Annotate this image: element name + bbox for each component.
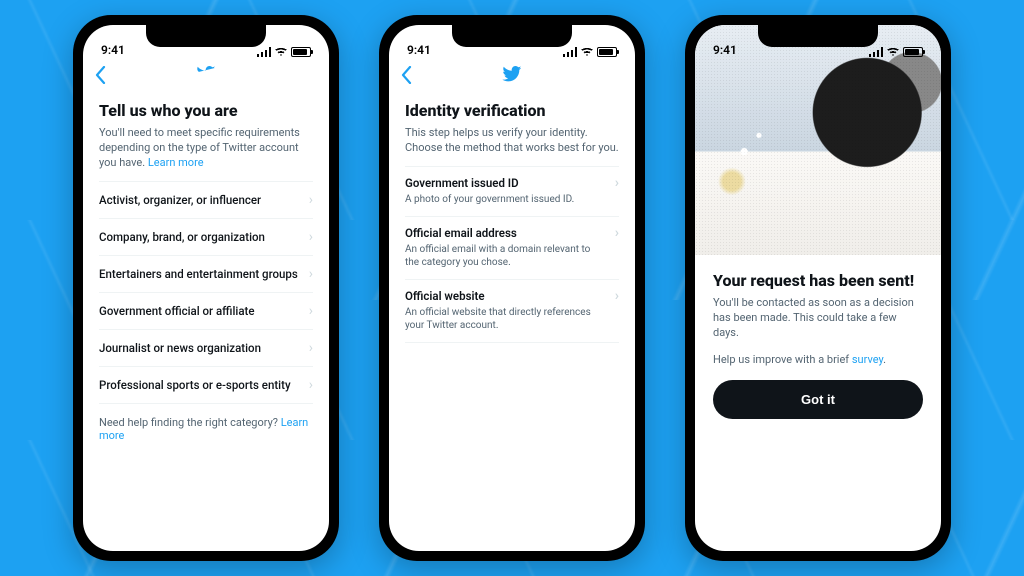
- got-it-button[interactable]: Got it: [713, 380, 923, 419]
- chevron-right-icon: ›: [615, 225, 619, 241]
- wifi-icon: [886, 48, 900, 56]
- back-button[interactable]: [401, 66, 412, 87]
- battery-icon: [597, 47, 617, 57]
- phone-frame-3: 9:41 Your request has been sent! You'll …: [685, 15, 951, 561]
- twitter-logo-icon: [196, 66, 216, 86]
- notch: [146, 25, 266, 47]
- back-button[interactable]: [95, 66, 106, 87]
- verification-options: Government issued ID › A photo of your go…: [405, 166, 619, 343]
- help-text: Need help finding the right category? Le…: [99, 416, 313, 442]
- category-row[interactable]: Government official or affiliate ›: [99, 293, 313, 330]
- category-label: Journalist or news organization: [99, 341, 261, 355]
- option-row[interactable]: Official email address › An official emai…: [405, 217, 619, 280]
- page-subtitle: You'll need to meet specific requirement…: [99, 126, 313, 171]
- category-label: Professional sports or e-sports entity: [99, 378, 291, 392]
- content-area: Your request has been sent! You'll be co…: [695, 255, 941, 419]
- chevron-right-icon: ›: [615, 175, 619, 191]
- page-subtitle: This step helps us verify your identity.…: [405, 126, 619, 156]
- wifi-icon: [580, 48, 594, 56]
- screen-2: 9:41 Identity verification This step hel…: [389, 25, 635, 551]
- page-title: Your request has been sent!: [713, 271, 923, 290]
- category-label: Government official or affiliate: [99, 304, 255, 318]
- battery-icon: [903, 47, 923, 57]
- signal-icon: [257, 47, 271, 57]
- page-subtitle: You'll be contacted as soon as a decisio…: [713, 296, 923, 341]
- page-title: Tell us who you are: [99, 101, 313, 120]
- chevron-right-icon: ›: [309, 377, 313, 393]
- status-time: 9:41: [407, 43, 431, 57]
- option-desc: An official email with a domain relevant…: [405, 243, 619, 269]
- notch: [758, 25, 878, 47]
- chevron-left-icon: [95, 66, 106, 84]
- chevron-left-icon: [401, 66, 412, 84]
- screen-3: 9:41 Your request has been sent! You'll …: [695, 25, 941, 551]
- status-indicators: [257, 47, 311, 57]
- option-title: Government issued ID: [405, 176, 519, 190]
- category-list: Activist, organizer, or influencer › Comp…: [99, 181, 313, 404]
- phone-frame-2: 9:41 Identity verification This step hel…: [379, 15, 645, 561]
- option-title: Official email address: [405, 226, 517, 240]
- chevron-right-icon: ›: [615, 288, 619, 304]
- option-row[interactable]: Government issued ID › A photo of your go…: [405, 166, 619, 217]
- signal-icon: [869, 47, 883, 57]
- notch: [452, 25, 572, 47]
- option-desc: A photo of your government issued ID.: [405, 193, 619, 206]
- survey-text: Help us improve with a brief survey.: [713, 353, 923, 366]
- option-row[interactable]: Official website › An official website th…: [405, 280, 619, 343]
- category-row[interactable]: Company, brand, or organization ›: [99, 219, 313, 256]
- wifi-icon: [274, 48, 288, 56]
- category-label: Activist, organizer, or influencer: [99, 193, 261, 207]
- nav-bar: [83, 59, 329, 93]
- status-indicators: [869, 47, 923, 57]
- option-desc: An official website that directly refere…: [405, 306, 619, 332]
- signal-icon: [563, 47, 577, 57]
- category-row[interactable]: Professional sports or e-sports entity ›: [99, 367, 313, 404]
- category-row[interactable]: Activist, organizer, or influencer ›: [99, 181, 313, 219]
- category-row[interactable]: Journalist or news organization ›: [99, 330, 313, 367]
- chevron-right-icon: ›: [309, 340, 313, 356]
- battery-icon: [291, 47, 311, 57]
- category-label: Company, brand, or organization: [99, 230, 265, 244]
- screen-1: 9:41 Tell us who you are You'll need to …: [83, 25, 329, 551]
- twitter-logo-icon: [502, 66, 522, 86]
- content-area: Tell us who you are You'll need to meet …: [83, 93, 329, 551]
- category-label: Entertainers and entertainment groups: [99, 267, 298, 281]
- chevron-right-icon: ›: [309, 229, 313, 245]
- survey-link[interactable]: survey: [852, 353, 883, 366]
- page-title: Identity verification: [405, 101, 619, 120]
- learn-more-link[interactable]: Learn more: [148, 156, 204, 169]
- content-area: Identity verification This step helps us…: [389, 93, 635, 551]
- nav-bar: [389, 59, 635, 93]
- chevron-right-icon: ›: [309, 266, 313, 282]
- phone-frame-1: 9:41 Tell us who you are You'll need to …: [73, 15, 339, 561]
- status-time: 9:41: [713, 43, 737, 57]
- option-title: Official website: [405, 289, 485, 303]
- chevron-right-icon: ›: [309, 303, 313, 319]
- chevron-right-icon: ›: [309, 192, 313, 208]
- category-row[interactable]: Entertainers and entertainment groups ›: [99, 256, 313, 293]
- status-time: 9:41: [101, 43, 125, 57]
- status-indicators: [563, 47, 617, 57]
- hero-illustration: [695, 25, 941, 255]
